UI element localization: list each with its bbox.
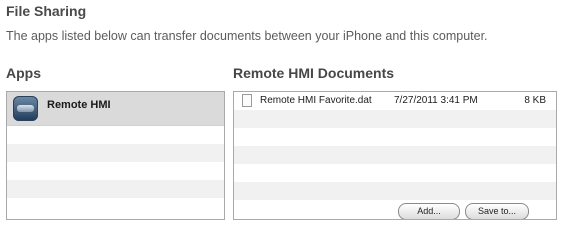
add-button[interactable]: Add... bbox=[398, 203, 460, 219]
apps-heading: Apps bbox=[6, 65, 41, 81]
documents-heading: Remote HMI Documents bbox=[233, 65, 395, 81]
document-name: Remote HMI Favorite.dat bbox=[260, 95, 372, 106]
save-to-button[interactable]: Save to... bbox=[465, 203, 529, 219]
document-row[interactable]: Remote HMI Favorite.dat 7/27/2011 3:41 P… bbox=[234, 92, 556, 110]
empty-row bbox=[7, 180, 224, 198]
empty-row bbox=[234, 182, 556, 200]
remote-hmi-app-icon bbox=[13, 96, 38, 121]
apps-list: Remote HMI bbox=[6, 91, 225, 220]
empty-row bbox=[234, 146, 556, 164]
empty-row bbox=[7, 144, 224, 162]
empty-row bbox=[7, 162, 224, 180]
file-sharing-title: File Sharing bbox=[6, 3, 87, 19]
app-name: Remote HMI bbox=[47, 99, 111, 111]
empty-row bbox=[7, 198, 224, 216]
empty-row bbox=[7, 126, 224, 144]
empty-row bbox=[234, 110, 556, 128]
empty-row bbox=[234, 164, 556, 182]
document-size: 8 KB bbox=[524, 95, 546, 106]
document-date: 7/27/2011 3:41 PM bbox=[394, 95, 478, 106]
document-icon bbox=[242, 94, 252, 107]
app-list-item-remote-hmi[interactable]: Remote HMI bbox=[7, 92, 224, 126]
file-sharing-subtitle: The apps listed below can transfer docum… bbox=[6, 29, 488, 43]
empty-row bbox=[234, 128, 556, 146]
documents-list: Remote HMI Favorite.dat 7/27/2011 3:41 P… bbox=[233, 91, 557, 220]
